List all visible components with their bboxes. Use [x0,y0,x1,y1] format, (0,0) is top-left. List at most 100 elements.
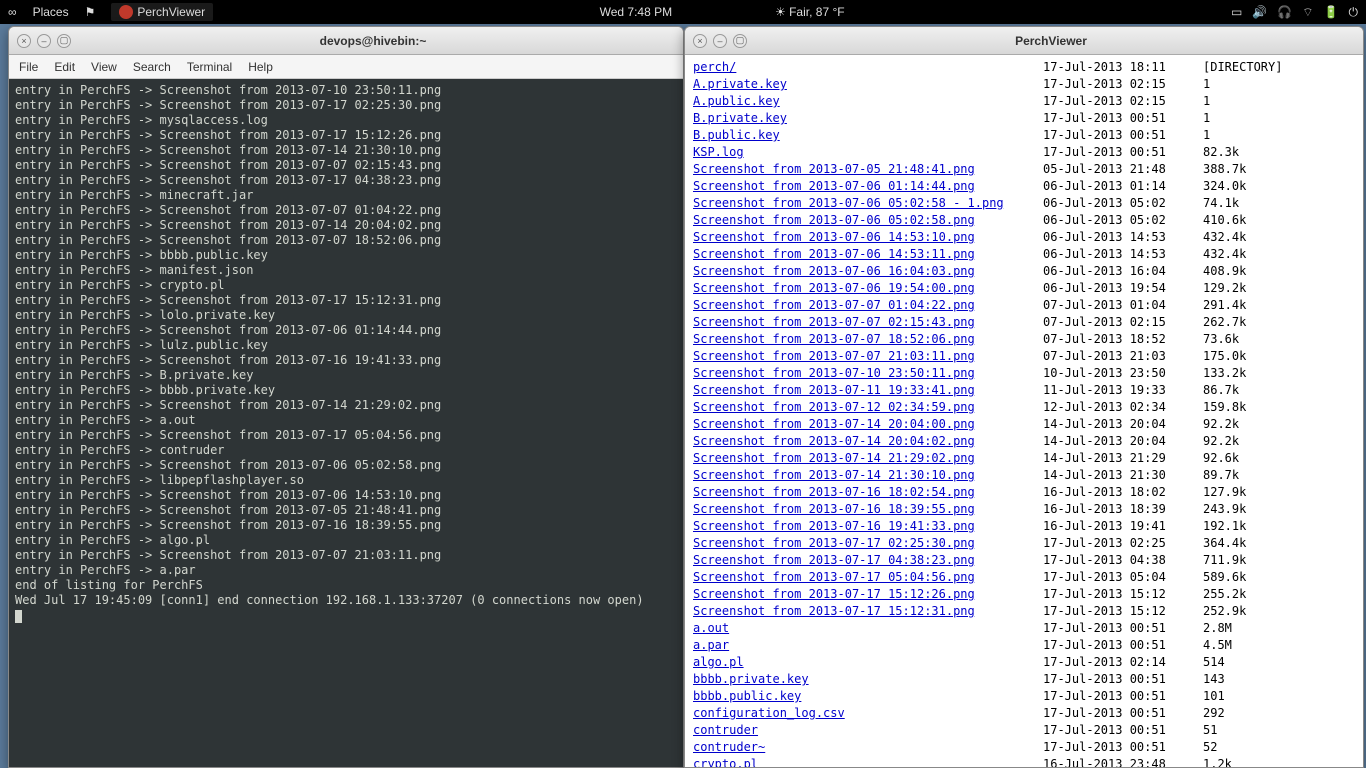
file-link[interactable]: Screenshot from 2013-07-06 01:14:44.png [693,179,975,193]
battery-icon[interactable]: 🔋 [1324,5,1339,19]
file-link[interactable]: a.par [693,638,729,652]
file-link[interactable]: Screenshot from 2013-07-06 14:53:11.png [693,247,975,261]
file-date: 12-Jul-2013 02:34 [1043,399,1203,416]
weather[interactable]: ☀ Fair, 87 °F [775,5,845,19]
cursor [15,610,22,623]
file-link[interactable]: Screenshot from 2013-07-14 21:30:10.png [693,468,975,482]
wifi-icon[interactable]: ⌔ [1302,5,1313,20]
menu-edit[interactable]: Edit [54,60,75,74]
file-link[interactable]: Screenshot from 2013-07-07 21:03:11.png [693,349,975,363]
terminal-line: Wed Jul 17 19:45:09 [conn1] end connecti… [15,593,677,608]
menu-search[interactable]: Search [133,60,171,74]
maximize-icon[interactable]: ▢ [57,34,71,48]
menu-help[interactable]: Help [248,60,273,74]
file-size: 324.0k [1203,178,1313,195]
file-size: 255.2k [1203,586,1313,603]
file-row: A.private.key17-Jul-2013 02:151 [693,76,1355,93]
file-link[interactable]: B.private.key [693,111,787,125]
terminal-line: entry in PerchFS -> a.out [15,413,677,428]
file-link[interactable]: Screenshot from 2013-07-17 04:38:23.png [693,553,975,567]
volume-icon[interactable]: 🔊 [1252,5,1267,19]
file-date: 17-Jul-2013 04:38 [1043,552,1203,569]
file-size: 159.8k [1203,399,1313,416]
file-link[interactable]: contruder~ [693,740,765,754]
file-link[interactable]: Screenshot from 2013-07-06 05:02:58 - 1.… [693,196,1004,210]
file-link[interactable]: Screenshot from 2013-07-14 20:04:02.png [693,434,975,448]
file-link[interactable]: Screenshot from 2013-07-17 15:12:31.png [693,604,975,618]
file-link[interactable]: Screenshot from 2013-07-05 21:48:41.png [693,162,975,176]
file-link[interactable]: Screenshot from 2013-07-14 21:29:02.png [693,451,975,465]
file-size: 92.6k [1203,450,1313,467]
file-link[interactable]: A.private.key [693,77,787,91]
maximize-icon[interactable]: ▢ [733,34,747,48]
close-icon[interactable]: × [17,34,31,48]
file-link[interactable]: Screenshot from 2013-07-11 19:33:41.png [693,383,975,397]
file-date: 17-Jul-2013 15:12 [1043,586,1203,603]
file-link[interactable]: perch/ [693,60,736,74]
terminal-line: entry in PerchFS -> bbbb.private.key [15,383,677,398]
file-link[interactable]: Screenshot from 2013-07-17 02:25:30.png [693,536,975,550]
menu-file[interactable]: File [19,60,38,74]
file-link[interactable]: Screenshot from 2013-07-16 18:02:54.png [693,485,975,499]
file-link[interactable]: Screenshot from 2013-07-07 01:04:22.png [693,298,975,312]
file-row: Screenshot from 2013-07-06 05:02:58 - 1.… [693,195,1355,212]
terminal-menubar: File Edit View Search Terminal Help [9,55,683,79]
terminal-titlebar[interactable]: × – ▢ devops@hivebin:~ [9,27,683,55]
viewer-titlebar[interactable]: × – ▢ PerchViewer [685,27,1363,55]
file-link[interactable]: Screenshot from 2013-07-07 18:52:06.png [693,332,975,346]
file-row: Screenshot from 2013-07-06 16:04:03.png0… [693,263,1355,280]
terminal-line: entry in PerchFS -> Screenshot from 2013… [15,518,677,533]
file-link[interactable]: configuration_log.csv [693,706,845,720]
close-icon[interactable]: × [693,34,707,48]
file-link[interactable]: Screenshot from 2013-07-07 02:15:43.png [693,315,975,329]
file-row: B.public.key17-Jul-2013 00:511 [693,127,1355,144]
file-link[interactable]: contruder [693,723,758,737]
file-link[interactable]: a.out [693,621,729,635]
file-link[interactable]: Screenshot from 2013-07-10 23:50:11.png [693,366,975,380]
file-row: Screenshot from 2013-07-14 21:29:02.png1… [693,450,1355,467]
file-link[interactable]: Screenshot from 2013-07-12 02:34:59.png [693,400,975,414]
file-link[interactable]: KSP.log [693,145,744,159]
file-link[interactable]: Screenshot from 2013-07-17 05:04:56.png [693,570,975,584]
file-link[interactable]: Screenshot from 2013-07-17 15:12:26.png [693,587,975,601]
file-link[interactable]: bbbb.private.key [693,672,809,686]
file-size: [DIRECTORY] [1203,59,1313,76]
power-icon[interactable]: ⏻ [1349,5,1359,20]
file-link[interactable]: Screenshot from 2013-07-16 19:41:33.png [693,519,975,533]
minimize-icon[interactable]: – [37,34,51,48]
file-link[interactable]: bbbb.public.key [693,689,801,703]
file-size: 133.2k [1203,365,1313,382]
headphones-icon[interactable]: 🎧 [1277,5,1292,19]
file-row: Screenshot from 2013-07-11 19:33:41.png1… [693,382,1355,399]
minimize-icon[interactable]: – [713,34,727,48]
file-link[interactable]: Screenshot from 2013-07-14 20:04:00.png [693,417,975,431]
file-link[interactable]: B.public.key [693,128,780,142]
viewer-body[interactable]: perch/17-Jul-2013 18:11[DIRECTORY]A.priv… [685,55,1363,767]
taskbar-app[interactable]: PerchViewer [111,3,213,21]
file-date: 17-Jul-2013 00:51 [1043,127,1203,144]
places-menu[interactable]: Places [33,5,69,19]
file-link[interactable]: A.public.key [693,94,780,108]
file-row: Screenshot from 2013-07-14 20:04:02.png1… [693,433,1355,450]
file-row: contruder~17-Jul-2013 00:5152 [693,739,1355,756]
file-size: 243.9k [1203,501,1313,518]
display-icon[interactable]: ▭ [1231,5,1242,19]
file-link[interactable]: Screenshot from 2013-07-06 14:53:10.png [693,230,975,244]
file-row: Screenshot from 2013-07-12 02:34:59.png 1… [693,399,1355,416]
file-row: Screenshot from 2013-07-17 04:38:23.png 1… [693,552,1355,569]
menu-view[interactable]: View [91,60,117,74]
clock[interactable]: Wed 7:48 PM [600,5,672,19]
file-link[interactable]: Screenshot from 2013-07-06 05:02:58.png [693,213,975,227]
file-row: Screenshot from 2013-07-17 15:12:26.png 1… [693,586,1355,603]
terminal-body[interactable]: entry in PerchFS -> Screenshot from 2013… [9,79,683,767]
flag-icon[interactable]: ⚑ [85,5,96,19]
file-link[interactable]: Screenshot from 2013-07-16 18:39:55.png [693,502,975,516]
file-link[interactable]: algo.pl [693,655,744,669]
file-link[interactable]: crypto.pl [693,757,758,767]
activities-icon[interactable]: ∞ [8,5,17,19]
file-row: B.private.key17-Jul-2013 00:511 [693,110,1355,127]
file-link[interactable]: Screenshot from 2013-07-06 16:04:03.png [693,264,975,278]
file-row: Screenshot from 2013-07-10 23:50:11.png 1… [693,365,1355,382]
file-link[interactable]: Screenshot from 2013-07-06 19:54:00.png [693,281,975,295]
menu-terminal[interactable]: Terminal [187,60,232,74]
